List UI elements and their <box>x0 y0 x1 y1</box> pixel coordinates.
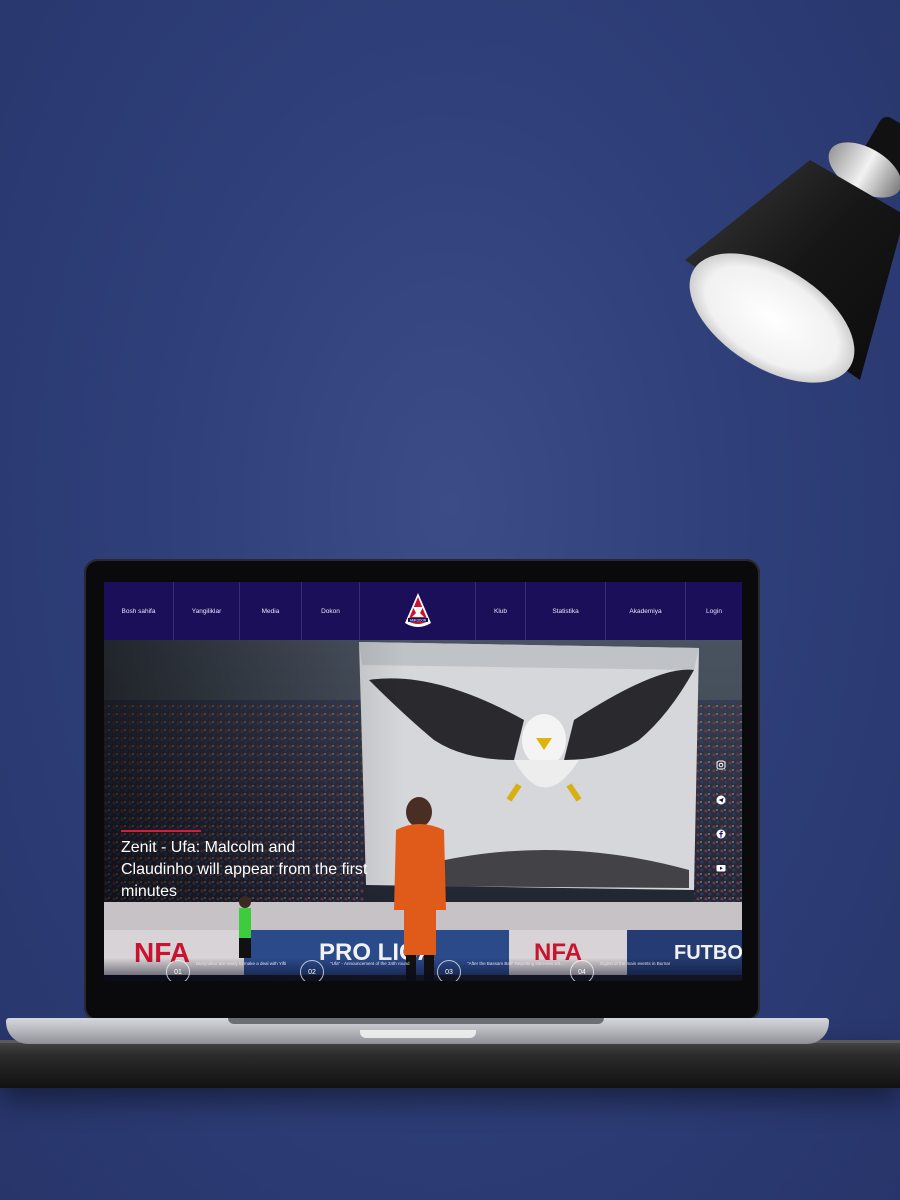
news-number: 04 <box>570 960 594 981</box>
nav-item-login[interactable]: Login <box>686 582 742 640</box>
logo-text: AMKODOR <box>409 618 426 622</box>
hero-headline[interactable]: Zenit - Ufa: Malcolm and Claudinho will … <box>121 837 371 903</box>
news-item-title[interactable]: "Ufa" - Announcement of the 34th round <box>330 961 440 967</box>
nav-item-statistics[interactable]: Statistika <box>526 582 606 640</box>
youtube-icon[interactable] <box>716 858 726 872</box>
nav-item-label: Login <box>706 607 722 615</box>
laptop-notch <box>360 1030 476 1038</box>
nav-item-label: Dokon <box>321 607 340 615</box>
nav-item-label: Yangiliklar <box>191 607 222 615</box>
nav-item-club[interactable]: Klub <box>476 582 526 640</box>
nav-item-label: Media <box>261 607 280 615</box>
desk-lamp <box>660 110 900 410</box>
news-item-title[interactable]: Bunyodkor are ready to make a deal with … <box>196 961 306 967</box>
news-item-title[interactable]: "After the Bassam Ball" Reporting interv… <box>467 961 577 967</box>
telegram-icon[interactable] <box>716 790 726 805</box>
nav-item-news[interactable]: Yangiliklar <box>174 582 240 640</box>
news-item-title[interactable]: Digest of the main events in Burnar <box>600 961 710 967</box>
nav-item-media[interactable]: Media <box>240 582 302 640</box>
hero-section: NFA PRO LIGA NFA FUTBO Zenit - Ufa: Malc… <box>104 640 742 981</box>
news-number: 03 <box>437 960 461 981</box>
nav-item-home[interactable]: Bosh sahifa <box>104 582 174 640</box>
facebook-icon[interactable] <box>716 824 726 839</box>
news-number: 02 <box>300 960 324 981</box>
laptop-hinge <box>228 1018 604 1024</box>
club-logo[interactable]: AMKODOR <box>360 582 476 640</box>
hero-photo: NFA PRO LIGA NFA FUTBO <box>104 640 742 981</box>
instagram-icon[interactable] <box>716 755 726 770</box>
nav-item-label: Statistika <box>552 607 579 615</box>
nav-item-label: Bosh sahifa <box>121 607 156 615</box>
laptop-screen: Bosh sahifa Yangiliklar Media Dokon AMKO… <box>104 582 742 981</box>
nav-item-shop[interactable]: Dokon <box>302 582 360 640</box>
shelf <box>0 1040 900 1088</box>
headline-accent <box>121 830 201 832</box>
site-navbar: Bosh sahifa Yangiliklar Media Dokon AMKO… <box>104 582 742 640</box>
nav-item-academy[interactable]: Akademiya <box>606 582 686 640</box>
nav-item-label: Akademiya <box>629 607 662 615</box>
nav-item-label: Klub <box>493 607 507 615</box>
news-number: 01 <box>166 960 190 981</box>
